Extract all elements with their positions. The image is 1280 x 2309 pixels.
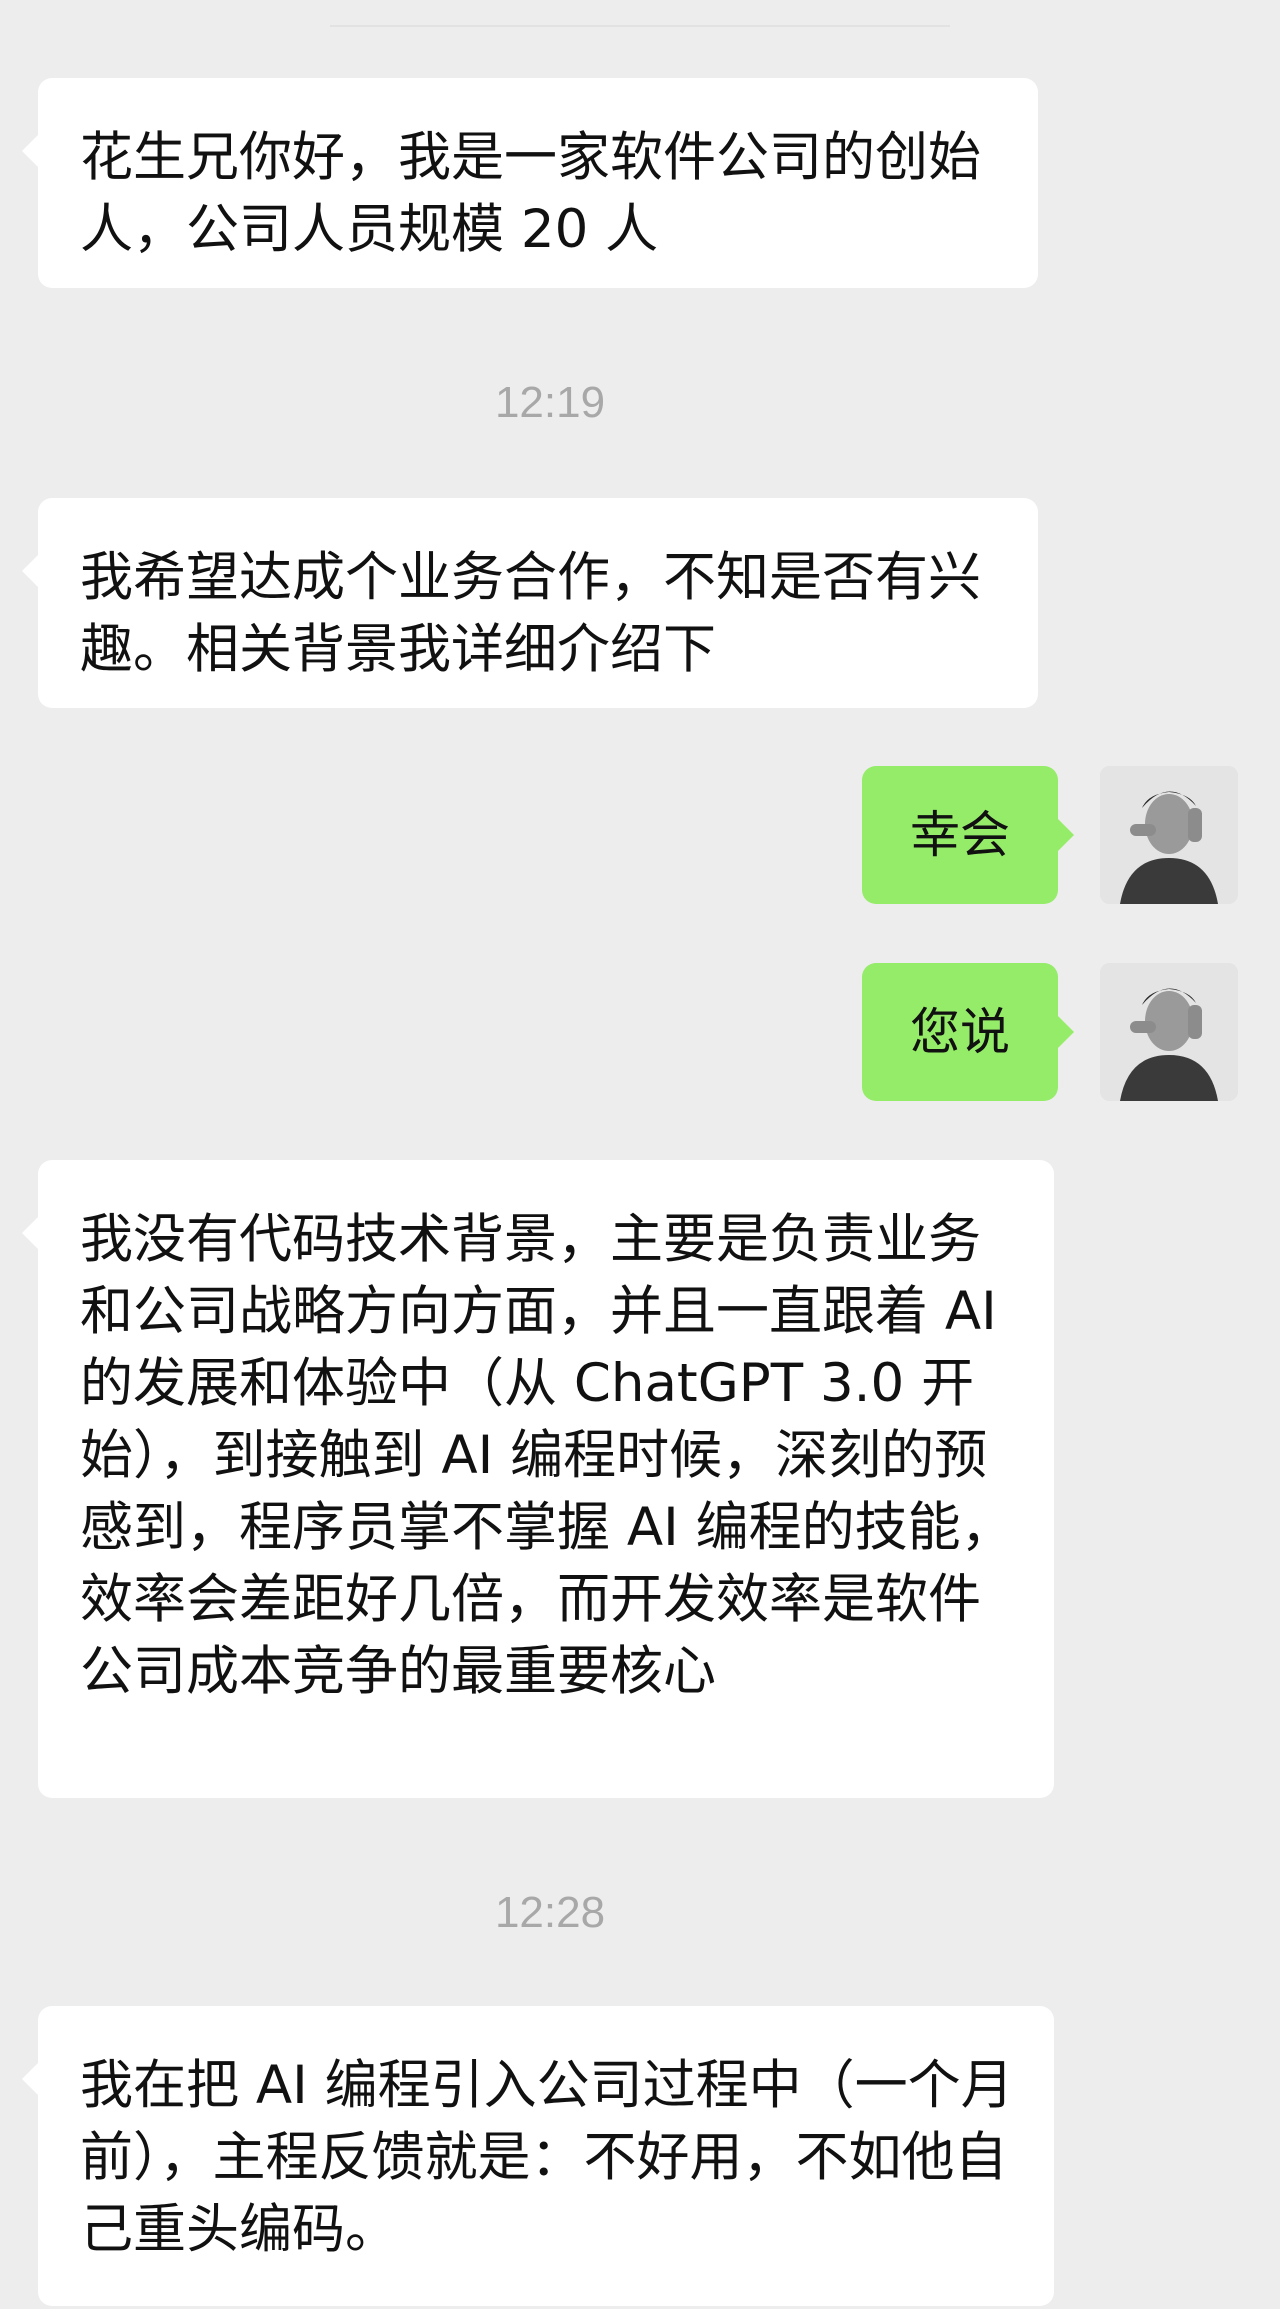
message-bubble-incoming[interactable]: 花生兄你好，我是一家软件公司的创始人，公司人员规模 20 人 bbox=[22, 78, 1038, 288]
divider bbox=[330, 25, 950, 27]
message-text: 我在把 AI 编程引入公司过程中（一个月前），主程反馈就是：不好用，不如他自己重… bbox=[80, 2055, 1014, 2260]
message-bubble-incoming[interactable]: 我没有代码技术背景，主要是负责业务和公司战略方向方面，并且一直跟着 AI 的发展… bbox=[22, 1160, 1054, 1798]
message-text: 花生兄你好，我是一家软件公司的创始人，公司人员规模 20 人 bbox=[80, 127, 981, 260]
message-bubble-incoming[interactable]: 我在把 AI 编程引入公司过程中（一个月前），主程反馈就是：不好用，不如他自己重… bbox=[22, 2006, 1054, 2306]
message-bubble-outgoing[interactable]: 您说 bbox=[862, 963, 1074, 1101]
avatar-photo-icon bbox=[1100, 766, 1238, 904]
message-text: 您说 bbox=[910, 1003, 1010, 1061]
message-bubble-incoming[interactable]: 我希望达成个业务合作，不知是否有兴趣。相关背景我详细介绍下 bbox=[22, 498, 1038, 708]
message-text: 我希望达成个业务合作，不知是否有兴趣。相关背景我详细介绍下 bbox=[80, 547, 981, 680]
user-avatar-icon[interactable] bbox=[1100, 766, 1238, 904]
message-text: 幸会 bbox=[910, 806, 1010, 864]
chat-window: 花生兄你好，我是一家软件公司的创始人，公司人员规模 20 人 12:19 我希望… bbox=[0, 0, 1280, 2309]
message-bubble-outgoing[interactable]: 幸会 bbox=[862, 766, 1074, 904]
message-timestamp: 12:19 bbox=[494, 378, 606, 427]
avatar-photo-icon bbox=[1100, 963, 1238, 1101]
message-timestamp: 12:28 bbox=[494, 1888, 606, 1937]
user-avatar-icon[interactable] bbox=[1100, 963, 1238, 1101]
message-text: 我没有代码技术背景，主要是负责业务和公司战略方向方面，并且一直跟着 AI 的发展… bbox=[80, 1209, 1014, 1702]
